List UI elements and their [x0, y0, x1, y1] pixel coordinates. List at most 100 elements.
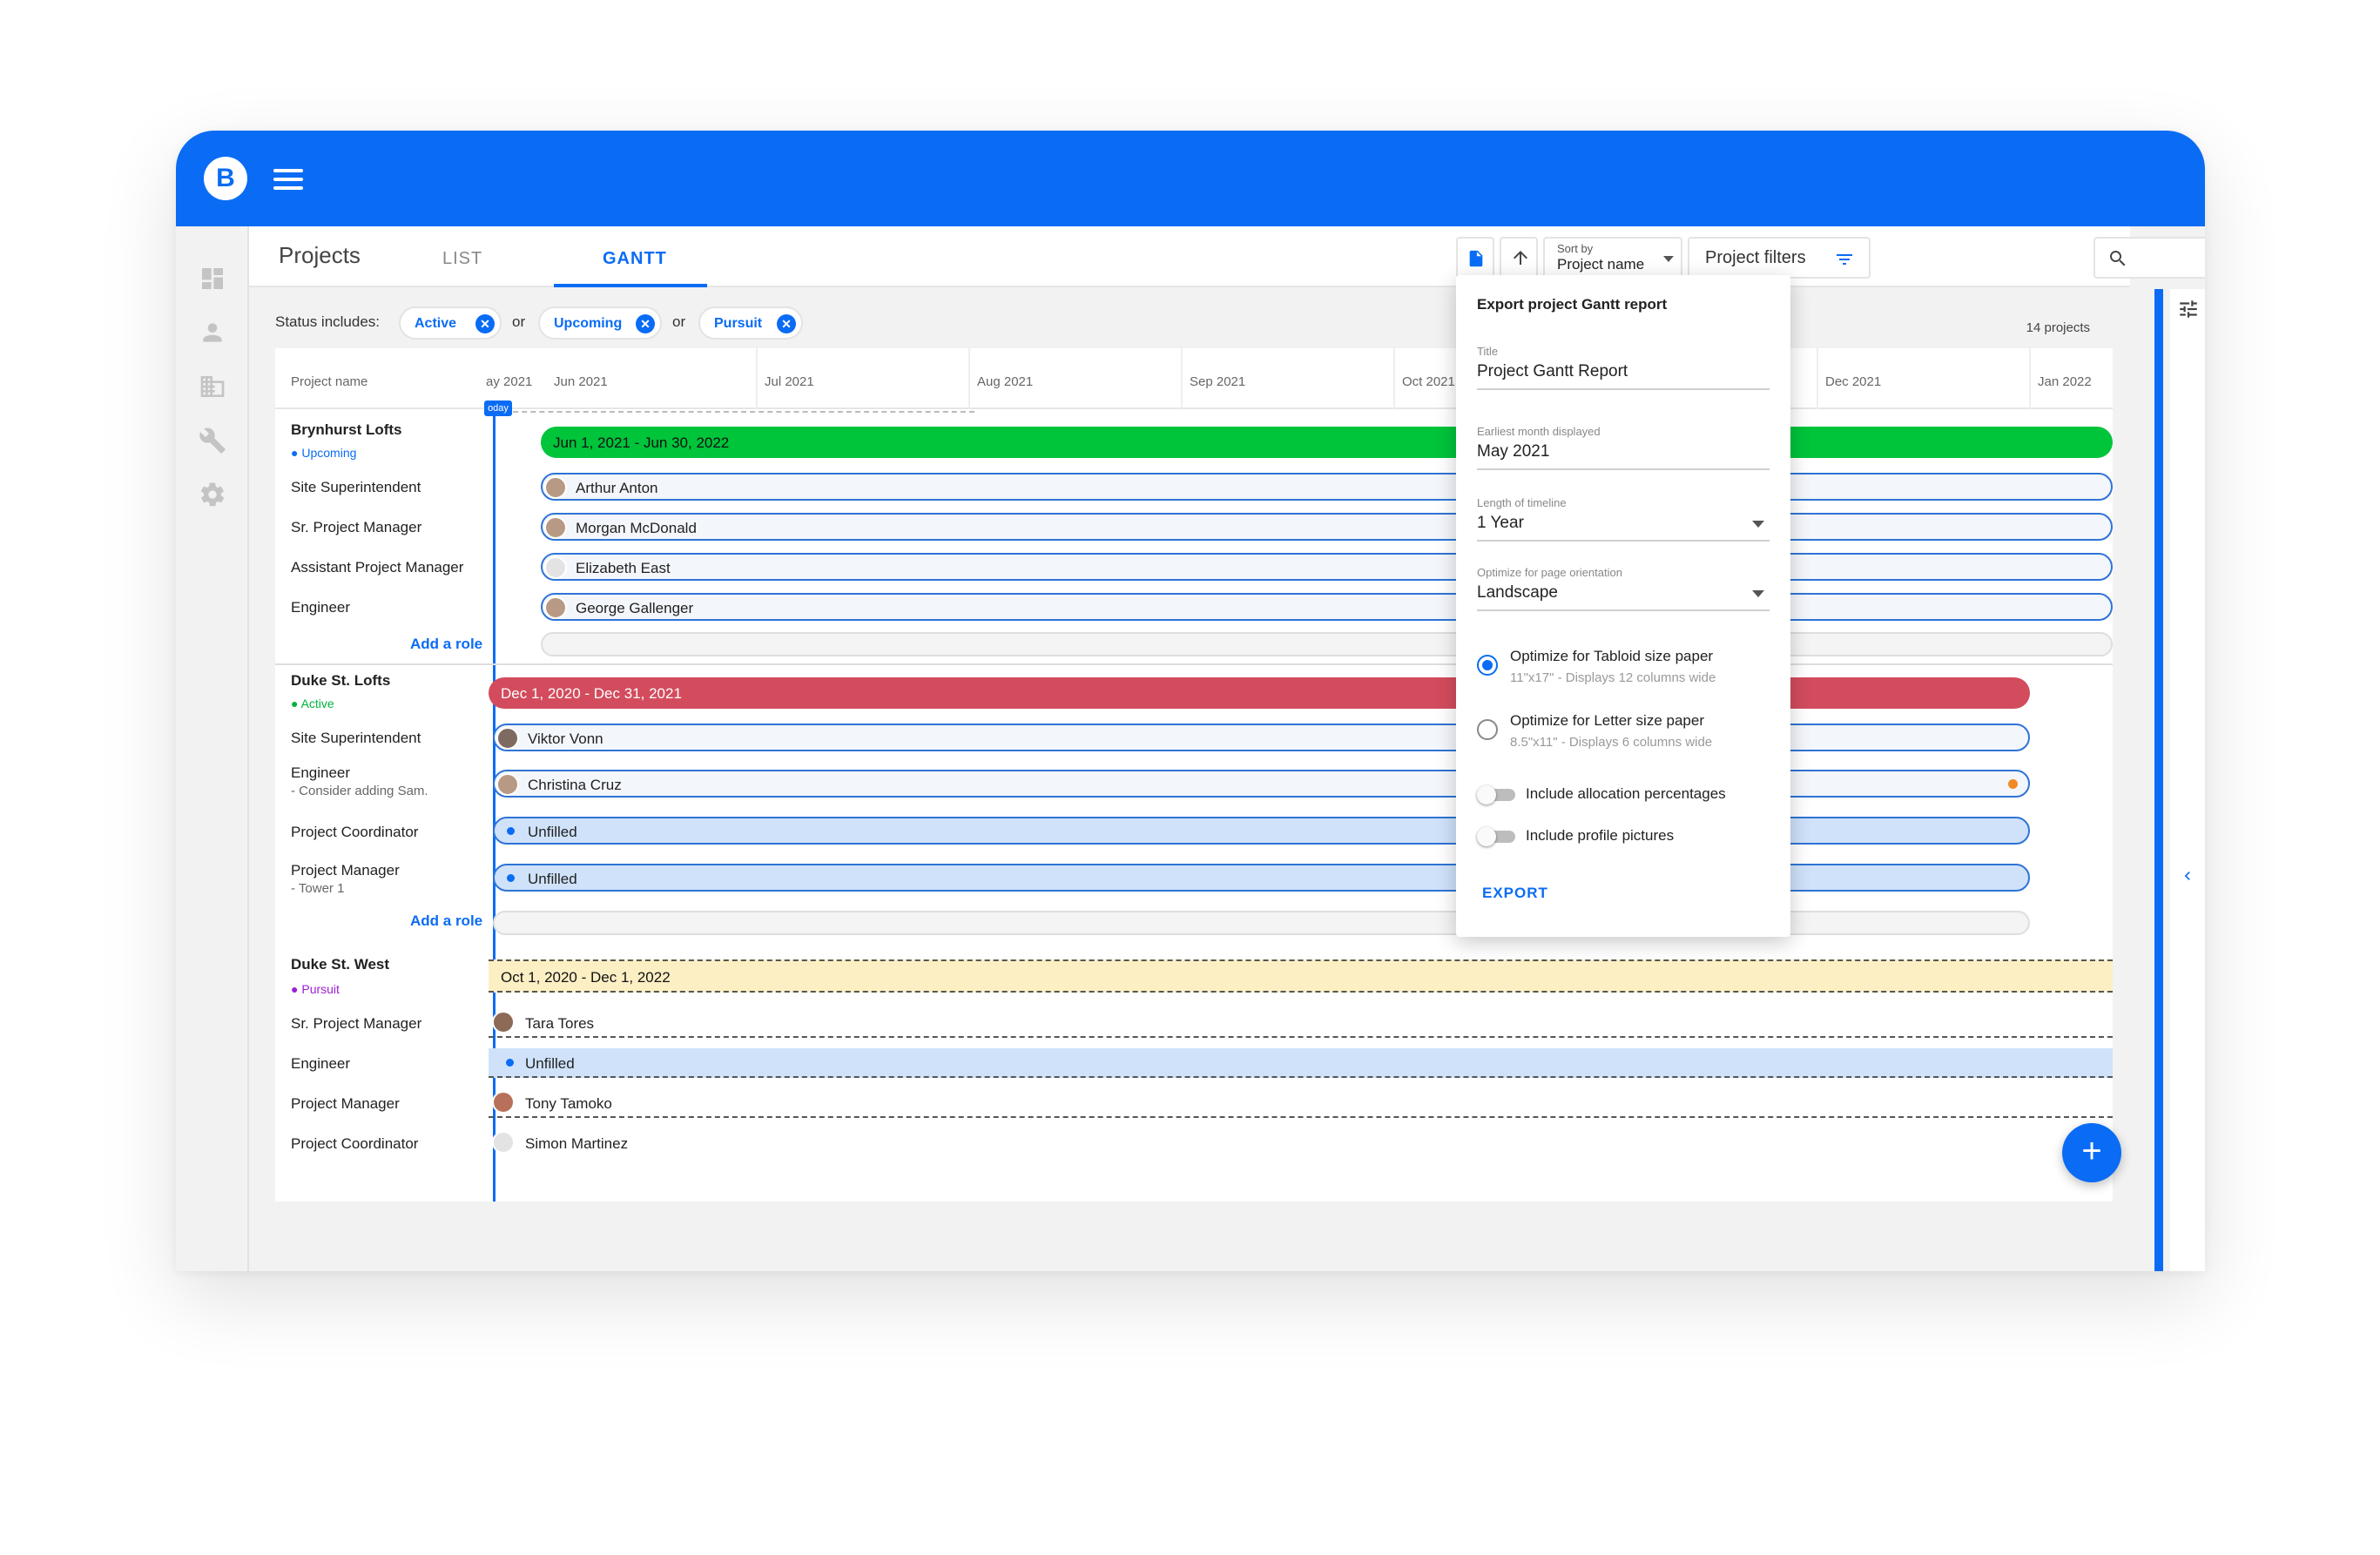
- project-timeline-bar[interactable]: Oct 1, 2020 - Dec 1, 2022: [489, 959, 2113, 993]
- dashboard-icon[interactable]: [199, 265, 226, 293]
- timeline-length-label: Length of timeline: [1477, 496, 1567, 509]
- project-row[interactable]: Duke St. West ● Pursuit Oct 1, 2020 - De…: [275, 949, 2113, 1001]
- unfilled-dot: [507, 874, 515, 882]
- close-icon[interactable]: ✕: [777, 314, 796, 333]
- chevron-down-icon: [1663, 256, 1674, 262]
- status-label: Pursuit: [301, 982, 340, 996]
- month-label: Jul 2021: [765, 374, 814, 389]
- sort-by-select[interactable]: Sort by Project name: [1543, 237, 1682, 279]
- assignment-bar[interactable]: Simon Martinez: [489, 1128, 2113, 1158]
- sort-by-label: Sort by: [1557, 242, 1594, 255]
- assignment-bar[interactable]: Christina Cruz: [493, 770, 2030, 798]
- role-row: Site Superintendent Arthur Anton: [275, 467, 2113, 507]
- project-row[interactable]: Brynhurst Lofts ● Upcoming Jun 1, 2021 -…: [275, 416, 2113, 467]
- role-label: Sr. Project Manager: [291, 519, 422, 535]
- role-label: Project Manager: [291, 1095, 400, 1112]
- status-chip-upcoming[interactable]: Upcoming ✕: [538, 306, 662, 340]
- role-row: Site Superintendent Viktor Vonn: [275, 716, 2113, 759]
- assignment-bar[interactable]: Viktor Vonn: [493, 724, 2030, 751]
- tab-gantt[interactable]: GANTT: [603, 249, 667, 269]
- orientation-select[interactable]: Landscape: [1477, 583, 1558, 602]
- month-divider: [2029, 348, 2031, 409]
- empty-role-bar[interactable]: [493, 911, 2030, 935]
- project-name[interactable]: Duke St. West: [291, 956, 389, 973]
- month-divider: [1817, 348, 1818, 409]
- earliest-month-field[interactable]: May 2021: [1477, 442, 1549, 461]
- month-label: Jan 2022: [2038, 374, 2092, 389]
- letter-radio[interactable]: [1477, 719, 1498, 740]
- export-report-button[interactable]: [1456, 237, 1494, 279]
- menu-icon[interactable]: [273, 169, 303, 190]
- status-chip-pursuit[interactable]: Pursuit ✕: [698, 306, 803, 340]
- add-role-link[interactable]: Add a role: [410, 912, 482, 930]
- status-label: Upcoming: [301, 446, 357, 460]
- project-timeline-bar[interactable]: Jun 1, 2021 - Jun 30, 2022: [541, 427, 2113, 458]
- wrench-icon[interactable]: [199, 427, 226, 454]
- tab-list[interactable]: LIST: [442, 249, 482, 269]
- document-icon: [1469, 250, 1483, 267]
- empty-role-bar[interactable]: [541, 632, 2113, 656]
- person-name: Arthur Anton: [576, 480, 658, 496]
- month-label: Oct 2021: [1402, 374, 1455, 389]
- app-logo[interactable]: B: [204, 157, 247, 200]
- role-label: Assistant Project Manager: [291, 559, 464, 576]
- unfilled-label: Unfilled: [525, 1055, 575, 1072]
- month-label: ay 2021: [486, 374, 533, 389]
- person-icon[interactable]: [199, 319, 226, 347]
- project-name[interactable]: Duke St. Lofts: [291, 672, 390, 690]
- status-chip-active[interactable]: Active ✕: [399, 306, 502, 340]
- month-divider: [756, 348, 758, 409]
- unfilled-bar[interactable]: Unfilled: [489, 1048, 2113, 1078]
- assignment-bar[interactable]: Tara Tores: [489, 1008, 2113, 1038]
- tabloid-label[interactable]: Optimize for Tabloid size paper: [1510, 648, 1713, 665]
- add-fab-button[interactable]: +: [2062, 1123, 2121, 1182]
- add-role-link[interactable]: Add a role: [410, 636, 482, 653]
- letter-label[interactable]: Optimize for Letter size paper: [1510, 712, 1704, 730]
- building-icon[interactable]: [199, 373, 226, 401]
- close-icon[interactable]: ✕: [636, 314, 655, 333]
- search-input[interactable]: [2093, 237, 2205, 279]
- month-divider: [1393, 348, 1395, 409]
- or-label: or: [512, 313, 526, 330]
- status-includes-label: Status includes:: [275, 313, 381, 330]
- allocation-toggle[interactable]: [1477, 785, 1515, 804]
- avatar: [544, 596, 567, 619]
- chevron-down-icon[interactable]: [1752, 521, 1764, 528]
- role-row: Project Coordinator Unfilled: [275, 808, 2113, 855]
- role-row: Sr. Project Manager Morgan McDonald: [275, 507, 2113, 547]
- role-row: Engineer - Consider adding Sam. Christin…: [275, 759, 2113, 808]
- avatar: [496, 727, 519, 750]
- project-filters-button[interactable]: Project filters: [1688, 237, 1871, 279]
- gantt-header: Project name ay 2021 Jun 2021 Jul 2021 A…: [275, 348, 2113, 409]
- tune-icon[interactable]: [2177, 298, 2200, 320]
- export-button[interactable]: EXPORT: [1482, 885, 1548, 902]
- arrow-up-icon: [1514, 251, 1527, 265]
- close-icon[interactable]: ✕: [475, 314, 495, 333]
- assignment-bar[interactable]: Elizabeth East: [541, 553, 2113, 581]
- assignment-bar[interactable]: Morgan McDonald: [541, 513, 2113, 541]
- unfilled-bar[interactable]: Unfilled: [493, 817, 2030, 845]
- tabloid-radio[interactable]: [1477, 655, 1498, 676]
- chevron-left-icon[interactable]: [2179, 867, 2196, 885]
- chevron-down-icon[interactable]: [1752, 590, 1764, 597]
- title-field[interactable]: Project Gantt Report: [1477, 362, 1628, 381]
- assignment-bar[interactable]: Arthur Anton: [541, 473, 2113, 501]
- profile-pictures-toggle[interactable]: [1477, 827, 1515, 846]
- month-label: Aug 2021: [977, 374, 1034, 389]
- project-row[interactable]: Duke St. Lofts ● Active Dec 1, 2020 - De…: [275, 663, 2113, 714]
- settings-icon[interactable]: [199, 481, 226, 508]
- assignment-bar[interactable]: Tony Tamoko: [489, 1088, 2113, 1118]
- timeline-length-select[interactable]: 1 Year: [1477, 514, 1524, 533]
- unfilled-bar[interactable]: Unfilled: [493, 864, 2030, 892]
- project-name[interactable]: Brynhurst Lofts: [291, 421, 402, 439]
- sort-direction-button[interactable]: [1500, 237, 1538, 279]
- project-timeline-bar[interactable]: Dec 1, 2020 - Dec 31, 2021: [489, 677, 2030, 709]
- date-range: Oct 1, 2020 - Dec 1, 2022: [501, 969, 671, 986]
- project-name-column-header[interactable]: Project name: [291, 374, 367, 389]
- earliest-month-label: Earliest month displayed: [1477, 425, 1601, 438]
- role-label: Site Superintendent: [291, 730, 421, 746]
- role-label: Site Superintendent: [291, 479, 421, 495]
- field-underline: [1477, 388, 1770, 390]
- assignment-bar[interactable]: George Gallenger: [541, 593, 2113, 621]
- date-range: Dec 1, 2020 - Dec 31, 2021: [501, 685, 682, 702]
